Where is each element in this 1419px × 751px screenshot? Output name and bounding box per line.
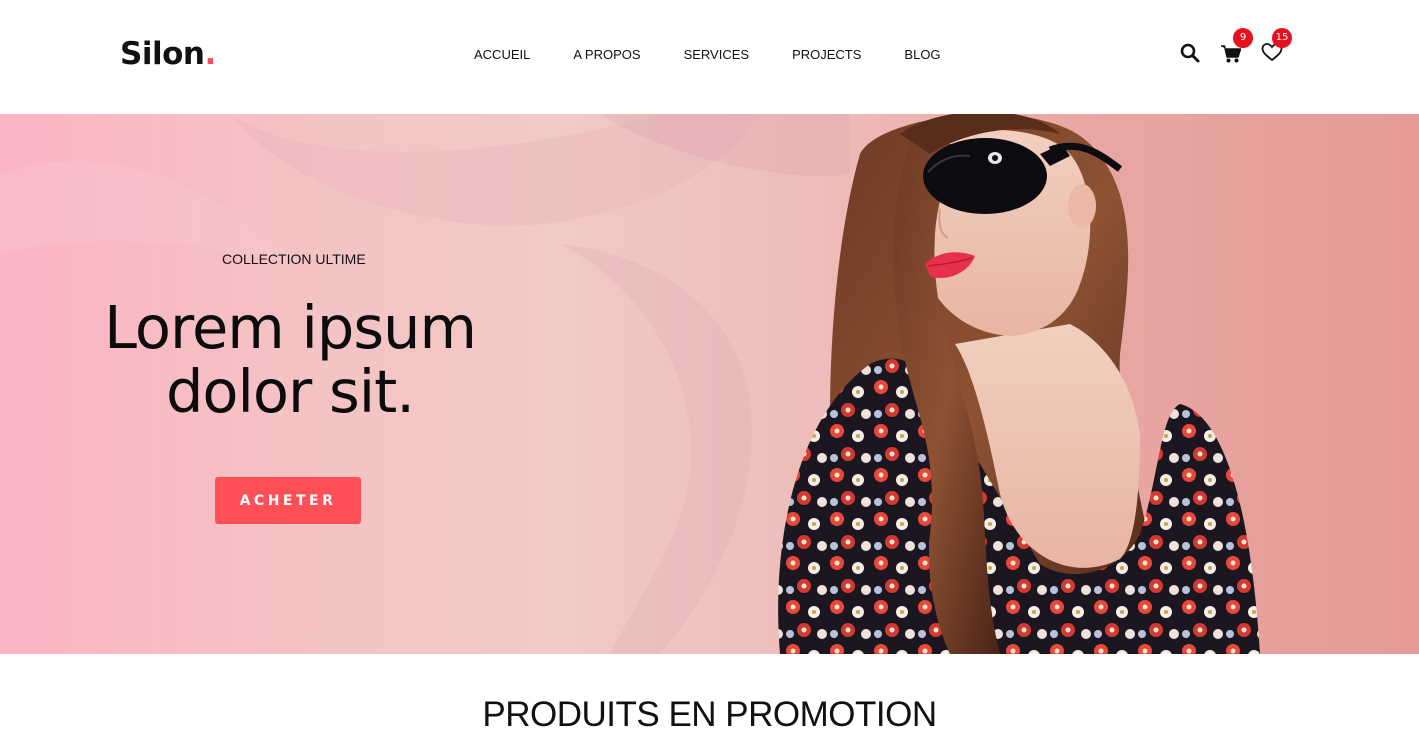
wishlist-count-badge: 15 (1272, 28, 1292, 48)
shop-now-button[interactable]: ACHETER (215, 477, 361, 524)
site-header: Silon. ACCUEIL A PROPOS SERVICES PROJECT… (0, 0, 1419, 114)
hero-title: Lorem ipsum dolor sit. (60, 296, 520, 424)
hero-kicker: COLLECTION ULTIME (222, 251, 366, 267)
hero-banner: COLLECTION ULTIME Lorem ipsum dolor sit.… (0, 114, 1419, 654)
nav-item-blog[interactable]: BLOG (904, 47, 940, 62)
nav-item-a-propos[interactable]: A PROPOS (573, 47, 640, 62)
hero-title-line-1: Lorem ipsum (104, 293, 477, 362)
nav-item-services[interactable]: SERVICES (684, 47, 750, 62)
promo-products-heading: PRODUITS EN PROMOTION (482, 695, 937, 734)
cart-count-badge: 9 (1233, 28, 1253, 48)
search-icon[interactable] (1180, 40, 1204, 66)
hero-title-line-2: dolor sit. (165, 357, 415, 426)
header-icons: 9 15 (1180, 28, 1292, 70)
logo-text: Silon (120, 36, 205, 72)
site-logo[interactable]: Silon. (120, 36, 216, 72)
logo-dot: . (204, 36, 216, 72)
nav-item-projects[interactable]: PROJECTS (792, 47, 861, 62)
hero-model-image (778, 114, 1260, 654)
main-nav: ACCUEIL A PROPOS SERVICES PROJECTS BLOG (474, 47, 941, 62)
nav-item-accueil[interactable]: ACCUEIL (474, 47, 530, 62)
